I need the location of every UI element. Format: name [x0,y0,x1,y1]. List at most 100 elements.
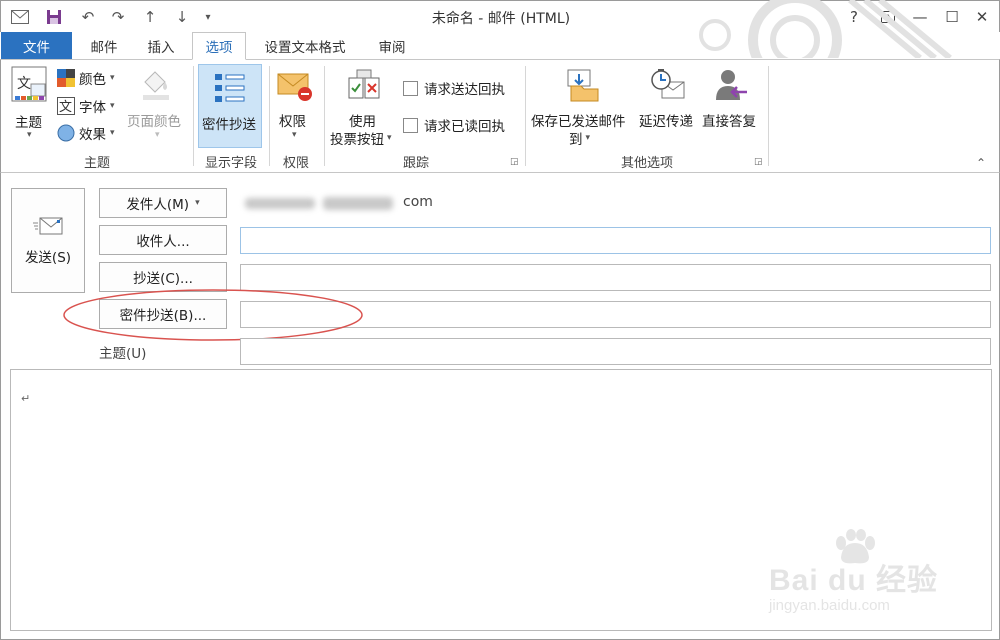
read-receipt-checkbox[interactable] [403,117,418,133]
delay-delivery-label: 延迟传递 [639,114,693,130]
themes-dropdown-icon: ▾ [27,130,32,140]
voting-buttons-button[interactable]: 使用 投票按钮 ▾ [329,66,401,148]
save-sent-label-line2: 到 [569,132,583,148]
group-divider [193,66,194,166]
save-sent-label-line1: 保存已发送邮件 [531,114,626,130]
group-divider [768,66,769,166]
delay-delivery-clock-icon [650,68,686,106]
themes-icon: 文 [11,66,47,106]
paragraph-mark: ↵ [21,392,31,405]
show-fields-group-label: 显示字段 [204,156,257,171]
svg-text:文: 文 [59,100,72,115]
redacted-text-block [245,198,315,209]
from-button[interactable]: 发件人(M) ▾ [99,188,227,218]
fonts-icon: 文 [57,97,75,115]
outlook-envelope-icon[interactable] [9,7,31,27]
bcc-toggle-label: 密件抄送 [202,117,256,133]
save-icon[interactable] [43,7,65,27]
subject-label: 主题(U) [99,346,147,362]
themes-button[interactable]: 文 主题 ▾ [7,64,53,142]
page-color-button[interactable]: 页面颜色 ▾ [125,66,189,146]
tab-file[interactable]: 文件 [1,32,72,60]
baidu-jingyan-watermark: Bai du 经验 jingyan.baidu.com [769,529,969,619]
fonts-button[interactable]: 文 字体 ▾ [57,96,115,116]
watermark-brand: Bai du 经验 [769,564,939,597]
direct-replies-person-icon [715,68,749,106]
colors-icon [57,69,75,87]
permission-label: 权限 [279,114,306,130]
colors-dropdown-icon: ▾ [110,73,115,83]
customize-toolbar-icon[interactable]: ▾ [197,7,219,27]
save-sent-item-button[interactable]: 保存已发送邮件 到 ▾ [529,66,637,148]
send-button[interactable]: 发送(S) [11,188,85,293]
permission-envelope-icon [277,70,313,106]
direct-replies-button[interactable]: 直接答复 [701,66,763,148]
effects-label: 效果 [79,127,106,143]
group-divider [525,66,526,166]
bcc-toggle-button[interactable]: 密件抄送 [198,64,262,148]
watermark-url: jingyan.baidu.com [769,597,890,614]
tab-options[interactable]: 选项 [192,32,246,60]
svg-text:文: 文 [17,76,31,92]
ribbon: 文 主题 ▾ 颜色 ▾ 文 字体 ▾ 效果 ▾ 页面颜色 ▾ 主题 密件抄送 显… [0,59,1000,173]
annotation-circle [61,287,365,343]
delivery-receipt-checkbox[interactable] [403,80,418,96]
from-label: 发件人(M) [126,197,190,213]
effects-dropdown-icon: ▾ [110,128,115,138]
send-label: 发送(S) [24,249,72,266]
group-divider [269,66,270,166]
voting-buttons-icon [347,68,381,106]
permission-group-label: 权限 [282,156,309,171]
more-options-group-label: 其他选项 [620,156,673,171]
subject-field[interactable] [240,338,991,365]
tab-format-text[interactable]: 设置文本格式 [250,32,360,60]
request-delivery-receipt-option[interactable]: 请求送达回执 [403,78,505,98]
to-button[interactable]: 收件人... [99,225,227,255]
redacted-text-block [323,197,393,210]
ribbon-tab-bar: 文件 邮件 插入 选项 设置文本格式 审阅 [0,32,1000,60]
page-color-dropdown-icon: ▾ [155,130,160,140]
permission-dropdown-icon: ▾ [292,130,297,140]
undo-icon[interactable]: ↶ [77,7,99,27]
from-address-redacted [245,195,395,213]
send-envelope-icon [33,217,63,234]
request-read-receipt-option[interactable]: 请求已读回执 [403,115,505,135]
themes-label: 主题 [15,115,42,131]
from-dropdown-icon: ▾ [195,198,200,208]
colors-label: 颜色 [79,72,106,88]
save-sent-folder-icon [565,68,601,106]
themes-group-label: 主题 [83,156,110,171]
save-sent-label-row: 到 ▾ [569,128,590,148]
colors-button[interactable]: 颜色 ▾ [57,68,115,88]
voting-buttons-label-line2: 投票按钮 [330,132,384,148]
previous-item-icon[interactable]: ↑ [139,7,161,27]
page-color-icon [141,68,171,106]
from-address-suffix: com [403,194,433,210]
effects-icon [57,124,75,142]
tracking-dialog-launcher-icon[interactable]: ◲ [510,157,519,167]
fonts-dropdown-icon: ▾ [110,101,115,111]
more-options-dialog-launcher-icon[interactable]: ◲ [754,157,763,167]
group-divider [324,66,325,166]
to-field[interactable] [240,227,991,254]
permission-button[interactable]: 权限 ▾ [273,66,319,148]
fonts-label: 字体 [79,100,106,116]
collapse-ribbon-icon[interactable]: ⌃ [976,156,986,170]
tracking-group-label: 跟踪 [402,156,429,171]
tab-message[interactable]: 邮件 [78,32,130,60]
tab-insert[interactable]: 插入 [134,32,188,60]
voting-buttons-dropdown-icon: ▾ [387,133,392,143]
message-form: 发送(S) 发件人(M) ▾ com 收件人... 抄送(C)... 密件抄送(… [0,173,1000,640]
voting-buttons-label-row: 投票按钮 ▾ [330,128,392,148]
voting-buttons-label-line1: 使用 [349,114,376,130]
effects-button[interactable]: 效果 ▾ [57,123,115,143]
save-sent-dropdown-icon: ▾ [585,133,591,143]
next-item-icon[interactable]: ↓ [171,7,193,27]
read-receipt-label: 请求已读回执 [424,119,505,135]
tab-review[interactable]: 审阅 [364,32,420,60]
delivery-receipt-label: 请求送达回执 [424,82,505,98]
redo-icon[interactable]: ↷ [107,7,129,27]
delay-delivery-button[interactable]: 延迟传递 [638,66,700,148]
page-color-label: 页面颜色 [127,114,181,130]
bcc-fields-icon [213,71,247,109]
